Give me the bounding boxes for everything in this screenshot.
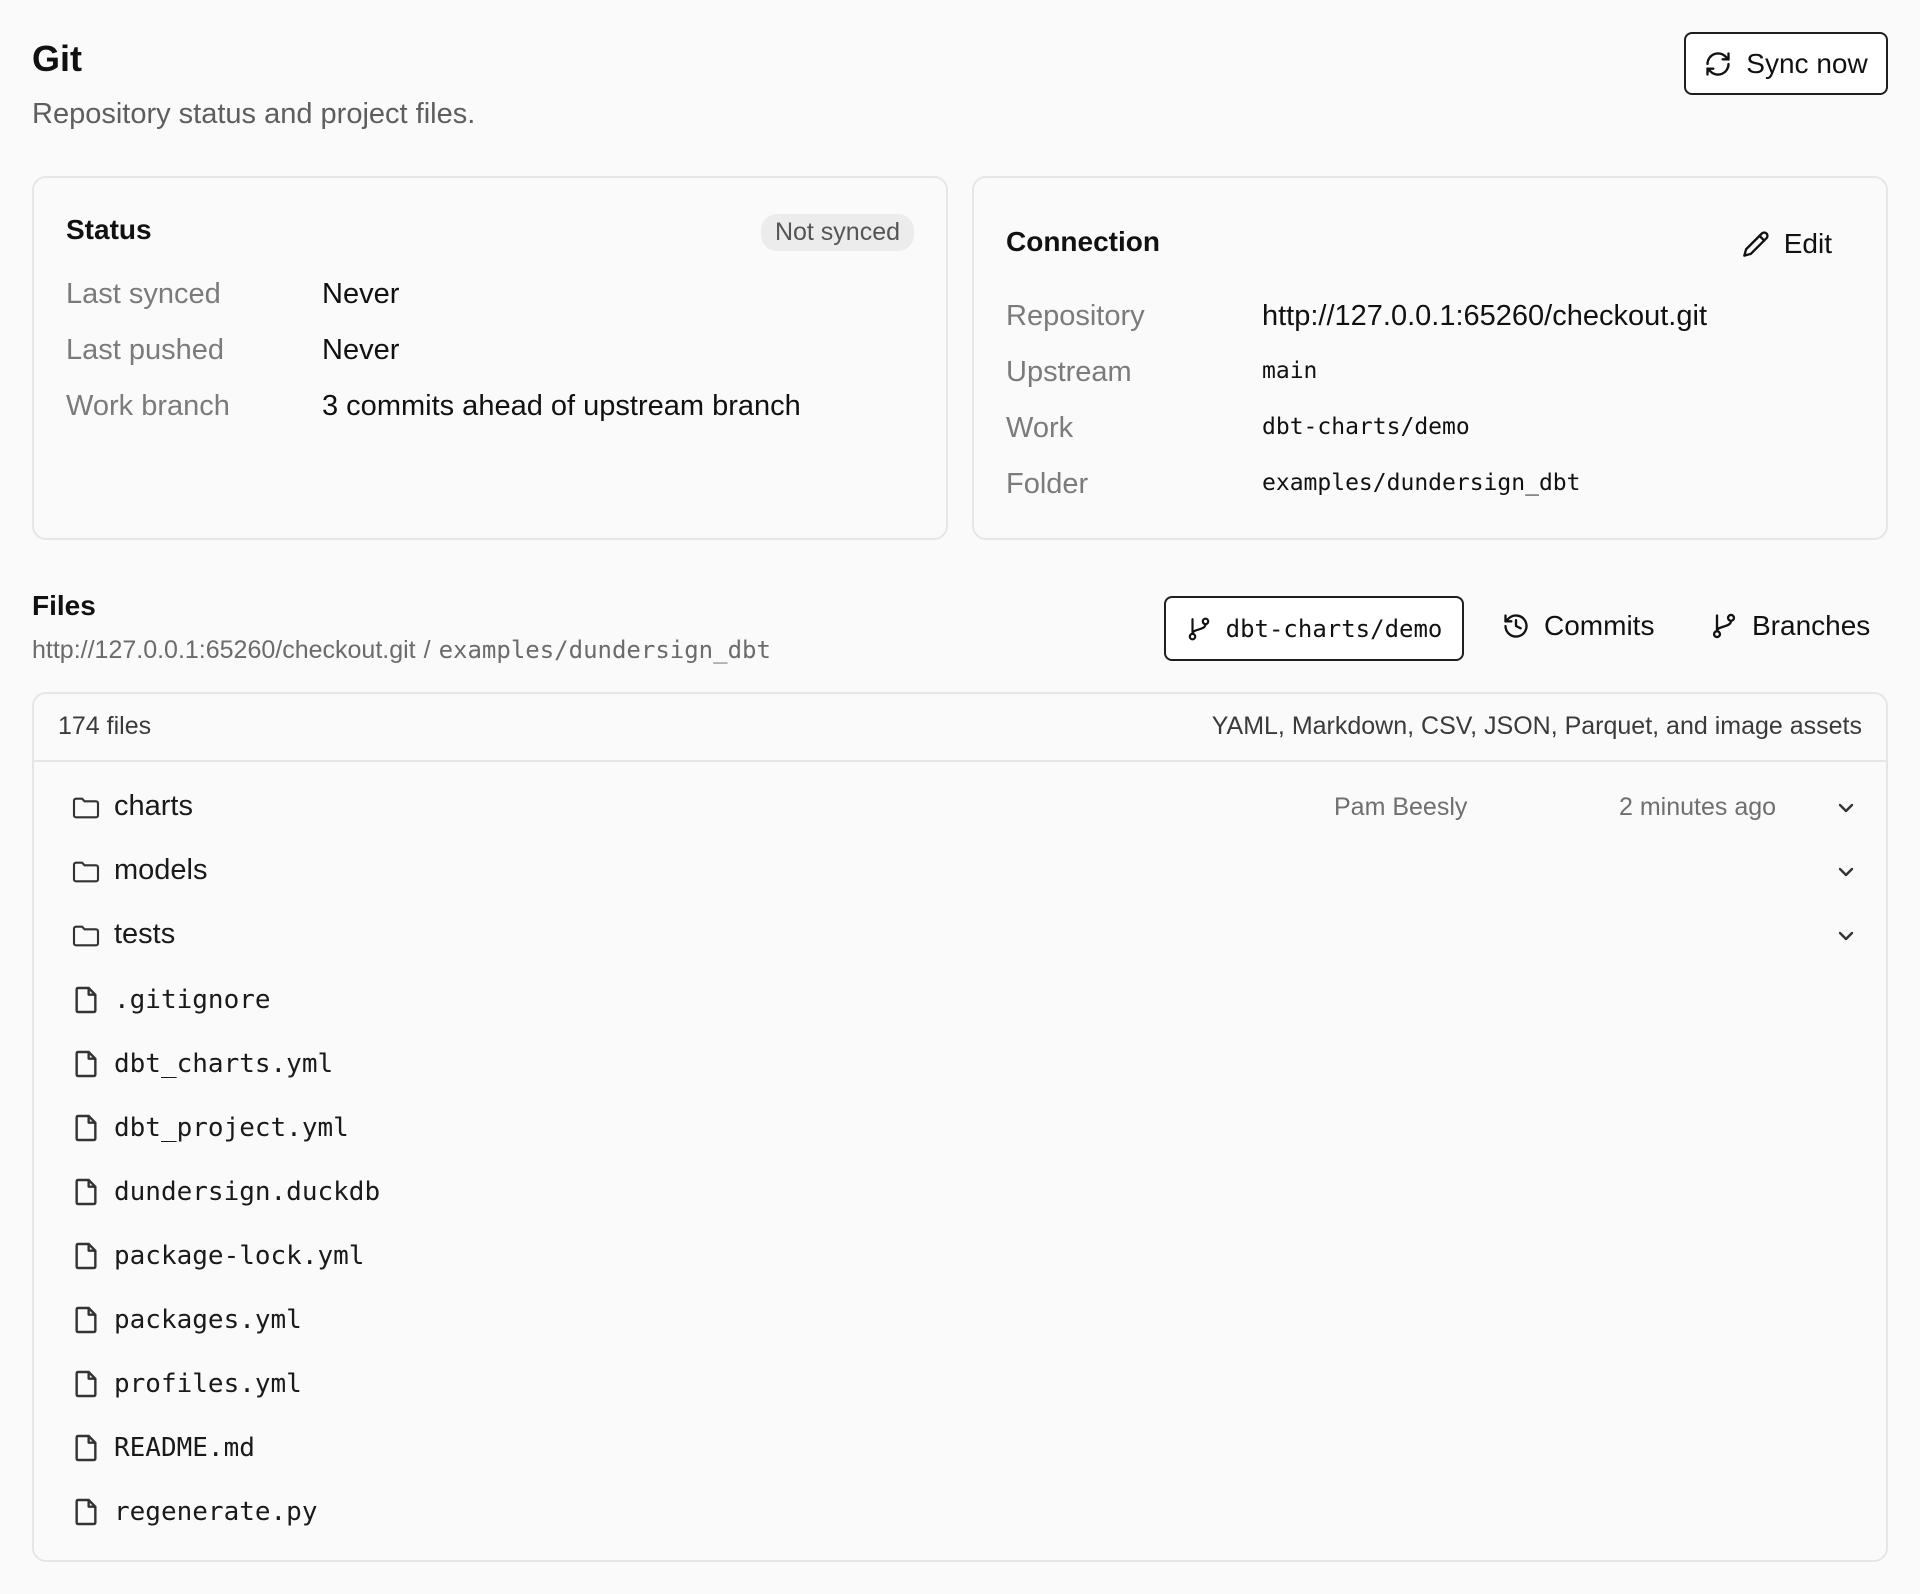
folder-name: charts — [114, 790, 193, 822]
history-icon — [1504, 614, 1528, 638]
file-row[interactable]: .gitignore — [34, 968, 1886, 1032]
file-name: dundersign.duckdb — [114, 1177, 381, 1207]
folder-row-models[interactable]: models — [34, 840, 1886, 904]
file-name: dbt_charts.yml — [114, 1049, 334, 1079]
upstream-value: main — [1262, 358, 1318, 384]
folder-name: tests — [114, 918, 176, 950]
work-value: dbt-charts/demo — [1262, 414, 1470, 440]
files-breadcrumb: http://127.0.0.1:65260/checkout.git / ex… — [32, 636, 771, 665]
file-name: dbt_project.yml — [114, 1113, 349, 1143]
upstream-label: Upstream — [1006, 356, 1132, 388]
file-name: .gitignore — [114, 985, 271, 1015]
folder-icon — [72, 925, 100, 947]
file-row[interactable]: package-lock.yml — [34, 1224, 1886, 1288]
files-title: Files — [32, 590, 96, 621]
pencil-icon — [1742, 231, 1769, 257]
git-branch-icon — [1188, 617, 1209, 640]
last-synced-value: Never — [322, 278, 400, 310]
last-pushed-label: Last pushed — [66, 334, 225, 366]
folder-value: examples/dundersign_dbt — [1262, 470, 1581, 496]
status-title: Status — [66, 214, 152, 245]
file-row[interactable]: profiles.yml — [34, 1352, 1886, 1416]
repository-label: Repository — [1006, 300, 1145, 332]
branch-selector-button[interactable]: dbt-charts/demo — [1164, 596, 1464, 661]
file-browser: 174 files YAML, Markdown, CSV, JSON, Par… — [32, 692, 1888, 1562]
folder-row-tests[interactable]: tests — [34, 904, 1886, 968]
breadcrumb-repo[interactable]: http://127.0.0.1:65260/checkout.git — [32, 636, 416, 665]
file-name: packages.yml — [114, 1305, 302, 1335]
last-commit-author: Pam Beesly — [1334, 793, 1468, 821]
breadcrumb-folder[interactable]: examples/dundersign_dbt — [439, 636, 771, 664]
page-title: Git — [32, 38, 82, 79]
sync-now-label: Sync now — [1746, 47, 1868, 79]
file-name: README.md — [114, 1433, 255, 1463]
file-name: package-lock.yml — [114, 1241, 365, 1271]
file-name: profiles.yml — [114, 1369, 302, 1399]
chevron-down-icon[interactable] — [1834, 796, 1858, 820]
commits-button[interactable]: Commits — [1502, 610, 1654, 642]
work-branch-value: 3 commits ahead of upstream branch — [322, 390, 801, 422]
commits-label: Commits — [1544, 610, 1655, 641]
file-icon — [75, 986, 97, 1014]
connection-card: Connection Edit Repository http://127.0.… — [972, 176, 1888, 540]
sync-now-button[interactable]: Sync now — [1684, 32, 1888, 95]
file-types-summary: YAML, Markdown, CSV, JSON, Parquet, and … — [1211, 712, 1862, 740]
file-icon — [75, 1498, 97, 1526]
work-branch-label: Work branch — [66, 390, 230, 422]
folder-label: Folder — [1006, 468, 1089, 500]
file-count: 174 files — [58, 712, 152, 740]
chevron-down-icon[interactable] — [1834, 924, 1858, 948]
file-icon — [75, 1114, 97, 1142]
page-subtitle: Repository status and project files. — [32, 98, 476, 130]
file-browser-header: 174 files YAML, Markdown, CSV, JSON, Par… — [34, 694, 1886, 762]
last-commit-time: 2 minutes ago — [1619, 793, 1777, 821]
repository-value: http://127.0.0.1:65260/checkout.git — [1262, 300, 1707, 332]
branches-label: Branches — [1752, 610, 1871, 641]
file-icon — [75, 1434, 97, 1462]
file-row[interactable]: dbt_project.yml — [34, 1096, 1886, 1160]
folder-row-charts[interactable]: charts Pam Beesly 2 minutes ago — [34, 776, 1886, 840]
folder-icon — [72, 797, 100, 819]
file-icon — [75, 1306, 97, 1334]
folder-icon — [72, 861, 100, 883]
file-icon — [75, 1242, 97, 1270]
file-icon — [75, 1370, 97, 1398]
edit-label: Edit — [1783, 228, 1832, 259]
sync-status-badge: Not synced — [760, 214, 914, 251]
file-row[interactable]: regenerate.py — [34, 1480, 1886, 1544]
branch-selector-label: dbt-charts/demo — [1225, 614, 1443, 643]
file-row[interactable]: packages.yml — [34, 1288, 1886, 1352]
file-row[interactable]: README.md — [34, 1416, 1886, 1480]
git-branch-icon — [1712, 613, 1736, 639]
refresh-icon — [1706, 51, 1730, 76]
status-card: Status Not synced Last synced Never Last… — [32, 176, 948, 540]
chevron-down-icon[interactable] — [1834, 860, 1858, 884]
file-name: regenerate.py — [114, 1497, 318, 1527]
branches-button[interactable]: Branches — [1710, 610, 1870, 642]
file-row[interactable]: dundersign.duckdb — [34, 1160, 1886, 1224]
breadcrumb-separator: / — [423, 636, 431, 664]
file-row[interactable]: dbt_charts.yml — [34, 1032, 1886, 1096]
edit-connection-button[interactable]: Edit — [1742, 228, 1832, 260]
connection-title: Connection — [1006, 226, 1160, 257]
work-label: Work — [1006, 412, 1074, 444]
file-icon — [75, 1050, 97, 1078]
file-icon — [75, 1178, 97, 1206]
last-synced-label: Last synced — [66, 278, 221, 310]
folder-name: models — [114, 854, 208, 886]
last-pushed-value: Never — [322, 334, 400, 366]
